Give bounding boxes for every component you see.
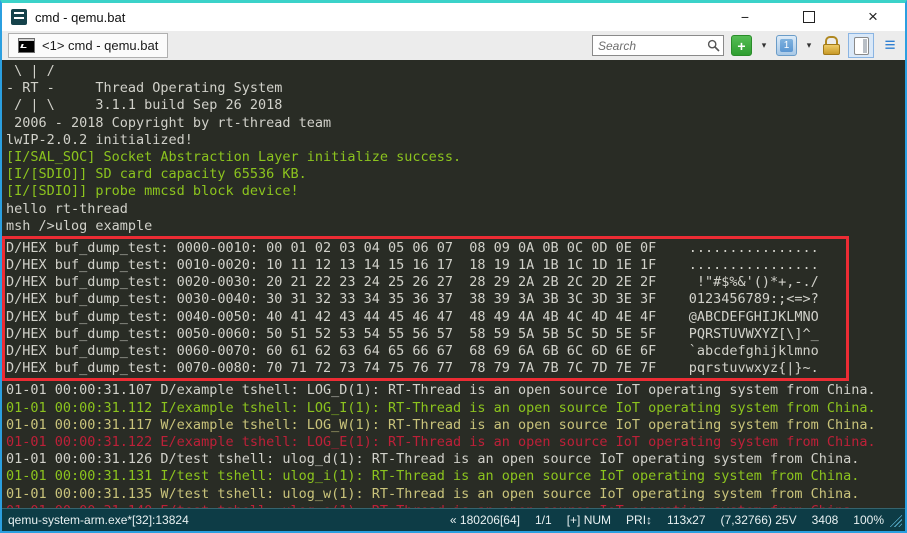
status-item[interactable]: « 180206[64] <box>450 513 520 527</box>
close-icon: × <box>868 7 878 27</box>
status-process-name: qemu-system-arm.exe*[32]:13824 <box>5 513 195 527</box>
new-console-button[interactable]: + <box>731 35 752 56</box>
status-item[interactable]: 100% <box>853 513 884 527</box>
terminal-line: 2006 - 2018 Copyright by rt-thread team <box>6 115 905 132</box>
new-console-dropdown[interactable]: ▾ <box>759 40 769 51</box>
window-number-button[interactable]: 1 <box>776 35 797 56</box>
main-menu-button[interactable]: ≡ <box>881 36 899 55</box>
terminal-line: 01-01 00:00:31.131 I/test tshell: ulog_i… <box>6 468 905 485</box>
terminal-line: 01-01 00:00:31.107 D/example tshell: LOG… <box>6 382 905 399</box>
lock-button[interactable] <box>821 36 841 55</box>
new-console-plus-icon: + <box>737 39 745 53</box>
resize-grip[interactable] <box>888 513 902 527</box>
terminal-line: D/HEX buf_dump_test: 0020-0030: 20 21 22… <box>6 274 846 291</box>
hamburger-menu-icon: ≡ <box>884 36 895 55</box>
status-item[interactable]: (7,32766) 25V <box>721 513 797 527</box>
terminal-line: 01-01 00:00:31.135 W/test tshell: ulog_w… <box>6 486 905 503</box>
minimize-icon: − <box>741 9 749 25</box>
terminal-console[interactable]: \ | /- RT - Thread Operating System / | … <box>2 60 905 508</box>
terminal-line: \ | / <box>6 63 905 80</box>
tab-label: <1> cmd - qemu.bat <box>42 38 158 53</box>
terminal-boot-lines: \ | /- RT - Thread Operating System / | … <box>6 63 905 235</box>
terminal-line: 01-01 00:00:31.126 D/test tshell: ulog_d… <box>6 451 905 468</box>
window-controls: − × <box>713 3 905 31</box>
terminal-line: D/HEX buf_dump_test: 0070-0080: 70 71 72… <box>6 360 846 377</box>
hex-dump-highlight-box: D/HEX buf_dump_test: 0000-0010: 00 01 02… <box>2 236 849 382</box>
status-item[interactable]: [+] NUM <box>567 513 611 527</box>
maximize-button[interactable] <box>777 3 841 31</box>
terminal-line: 01-01 00:00:31.117 W/example tshell: LOG… <box>6 417 905 434</box>
terminal-line: D/HEX buf_dump_test: 0000-0010: 00 01 02… <box>6 240 846 257</box>
lock-icon <box>825 36 838 44</box>
window-dropdown[interactable]: ▾ <box>804 40 814 51</box>
terminal-line: hello rt-thread <box>6 201 905 218</box>
search-box <box>592 35 724 56</box>
terminal-line: D/HEX buf_dump_test: 0030-0040: 30 31 32… <box>6 291 846 308</box>
panel-toggle-button[interactable] <box>848 33 874 58</box>
tab-bar: <1> cmd - qemu.bat + ▾ 1 ▾ ≡ <box>2 31 905 60</box>
maximize-icon <box>803 11 815 23</box>
terminal-log-lines: 01-01 00:00:31.107 D/example tshell: LOG… <box>6 382 905 508</box>
titlebar: cmd - qemu.bat − × <box>2 3 905 31</box>
minimize-button[interactable]: − <box>713 3 777 31</box>
terminal-line: D/HEX buf_dump_test: 0010-0020: 10 11 12… <box>6 257 846 274</box>
search-icon[interactable] <box>707 39 720 52</box>
terminal-line: 01-01 00:00:31.140 E/test tshell: ulog_e… <box>6 503 905 508</box>
status-item[interactable]: 1/1 <box>535 513 552 527</box>
terminal-line: [I/[SDIO]] probe mmcsd block device! <box>6 183 905 200</box>
status-item[interactable]: PRI↕ <box>626 513 652 527</box>
tab-cmd-qemu[interactable]: <1> cmd - qemu.bat <box>8 33 168 58</box>
status-item[interactable]: 3408 <box>812 513 839 527</box>
terminal-line: [I/SAL_SOC] Socket Abstraction Layer ini… <box>6 149 905 166</box>
cmd-prompt-icon <box>18 38 35 53</box>
window-number-icon: 1 <box>780 39 793 52</box>
terminal-line: 01-01 00:00:31.112 I/example tshell: LOG… <box>6 400 905 417</box>
terminal-line: [I/[SDIO]] SD card capacity 65536 KB. <box>6 166 905 183</box>
terminal-line: 01-01 00:00:31.122 E/example tshell: LOG… <box>6 434 905 451</box>
window-title: cmd - qemu.bat <box>35 10 125 25</box>
close-button[interactable]: × <box>841 3 905 31</box>
conemu-window: cmd - qemu.bat − × <1> cmd - qemu.bat + … <box>0 0 907 533</box>
terminal-line: lwIP-2.0.2 initialized! <box>6 132 905 149</box>
search-input[interactable] <box>596 38 707 54</box>
status-bar: qemu-system-arm.exe*[32]:13824 « 180206[… <box>2 508 905 531</box>
panel-toggle-icon <box>854 37 869 55</box>
status-item[interactable]: 113x27 <box>667 513 705 527</box>
terminal-line: D/HEX buf_dump_test: 0060-0070: 60 61 62… <box>6 343 846 360</box>
conemu-logo-icon <box>11 9 27 25</box>
status-right-items: « 180206[64] 1/1 [+] NUM PRI↕ 113x27 (7,32766… <box>450 513 884 527</box>
terminal-line: D/HEX buf_dump_test: 0050-0060: 50 51 52… <box>6 326 846 343</box>
terminal-line: - RT - Thread Operating System <box>6 80 905 97</box>
terminal-line: msh />ulog example <box>6 218 905 235</box>
terminal-line: D/HEX buf_dump_test: 0040-0050: 40 41 42… <box>6 309 846 326</box>
terminal-line: / | \ 3.1.1 build Sep 26 2018 <box>6 97 905 114</box>
